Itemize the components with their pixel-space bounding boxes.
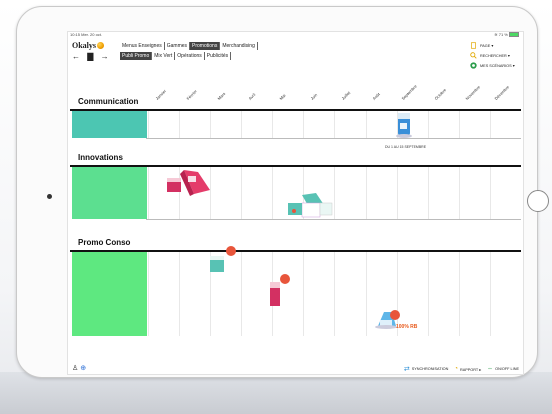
logo-text: Okalys <box>72 41 97 50</box>
tab-mix-vert[interactable]: Mix Vert <box>152 52 176 60</box>
target-icon[interactable]: ⊕ <box>80 365 86 372</box>
month-label: Août <box>371 91 381 101</box>
footer-bar: ♙ ⊕ ⇄ SYNCHRONISATION ◔ RAPPORT ▸ ⇔ ON/O… <box>68 362 523 374</box>
status-bar: 10:15 Mer. 20 oct. ≋ 71 % <box>70 32 521 38</box>
app-logo: Okalys <box>72 41 105 50</box>
promo-row <box>70 252 521 336</box>
status-time: 10:15 Mer. 20 oct. <box>70 32 103 37</box>
page-label: PAGE ▾ <box>480 43 494 48</box>
right-menu: PAGE ▾ RECHERCHER ▾ MES SCÉNARIOS ▾ <box>470 40 515 70</box>
tab-gammes[interactable]: Gammes <box>164 42 191 50</box>
innovations-product-pink[interactable] <box>164 168 214 198</box>
tab-publi-promo[interactable]: Publi Promo <box>120 52 153 60</box>
tab-operations[interactable]: Opérations <box>175 52 205 60</box>
tab-menus-enseignes[interactable]: Menus Enseignes <box>120 42 165 50</box>
month-label: Juin <box>309 92 319 101</box>
user-icon[interactable]: ♙ <box>72 365 78 372</box>
month-label: Novembre <box>464 84 482 101</box>
document-icon[interactable]: ▇ <box>87 52 93 61</box>
month-label: Mars <box>216 91 227 101</box>
month-label: Mai <box>278 92 287 101</box>
month-grid <box>148 252 521 336</box>
month-label: Juillet <box>340 90 352 101</box>
back-arrow-icon[interactable]: ← <box>72 52 80 61</box>
row-baseline <box>146 138 521 139</box>
innovations-product-teal[interactable] <box>286 189 336 221</box>
status-battery: ≋ 71 % <box>494 32 519 38</box>
main-tabs: Menus Enseignes Gammes Promotions Mercha… <box>120 42 258 50</box>
promo-product-teal[interactable] <box>208 254 228 274</box>
tablet-frame: 10:15 Mer. 20 oct. ≋ 71 % Okalys ← ▇ → M… <box>16 6 549 378</box>
month-label: Décembre <box>493 84 511 101</box>
communication-row <box>70 111 521 138</box>
rapport-button[interactable]: ◔ RAPPORT ▸ <box>454 366 481 372</box>
scenarios-menu[interactable]: MES SCÉNARIOS ▾ <box>470 60 515 70</box>
bottom-background <box>0 372 552 414</box>
sync-icon: ⇄ <box>403 366 410 373</box>
search-icon <box>470 51 477 59</box>
month-grid <box>148 111 521 138</box>
search-menu[interactable]: RECHERCHER ▾ <box>470 50 515 60</box>
search-label: RECHERCHER ▾ <box>480 53 510 58</box>
camera <box>47 194 52 199</box>
sync-label: SYNCHRONISATION <box>411 367 449 371</box>
page-icon <box>471 41 476 49</box>
nav-buttons: ← ▇ → <box>72 52 114 61</box>
scenarios-icon <box>470 61 477 69</box>
month-label: Avril <box>247 92 257 101</box>
app-screen: 10:15 Mer. 20 oct. ≋ 71 % Okalys ← ▇ → M… <box>67 31 524 375</box>
online-toggle[interactable]: ⇔ ON/OFF LINE <box>487 366 519 372</box>
month-label: Février <box>185 88 198 101</box>
tab-merchandising[interactable]: Merchandising <box>220 42 258 50</box>
promo-rb-note: 100% RB <box>396 324 418 330</box>
month-label: Janvier <box>154 88 168 101</box>
rapport-icon: ◔ <box>454 366 458 372</box>
logo-sun-icon <box>97 42 105 49</box>
footer-left-icons: ♙ ⊕ <box>72 364 86 372</box>
section-title-promo-conso: Promo Conso <box>78 238 131 247</box>
forward-arrow-icon[interactable]: → <box>101 52 109 61</box>
battery-icon <box>509 32 519 38</box>
tab-publicites[interactable]: Publicités <box>204 52 232 60</box>
promo-badge <box>390 310 400 320</box>
battery-percent: 71 % <box>498 32 508 37</box>
communication-swatch <box>72 111 147 138</box>
online-label: ON/OFF LINE <box>495 367 519 371</box>
sub-tabs: Publi Promo Mix Vert Opérations Publicit… <box>120 52 232 60</box>
tab-promotions[interactable]: Promotions <box>190 42 221 50</box>
wifi-icon: ≋ <box>494 32 498 37</box>
month-label: Septembre <box>400 83 418 101</box>
promo-badge <box>280 274 290 284</box>
month-label: Octobre <box>433 87 448 101</box>
section-title-communication: Communication <box>78 97 139 106</box>
sync-button[interactable]: ⇄ SYNCHRONISATION <box>404 365 449 373</box>
page-menu[interactable]: PAGE ▾ <box>470 40 515 50</box>
communication-date-note: DU 1 AU 15 SEPTEMBRE <box>385 145 427 149</box>
communication-product-image[interactable] <box>396 111 414 139</box>
section-title-innovations: Innovations <box>78 153 123 162</box>
rapport-label: RAPPORT ▸ <box>459 367 482 372</box>
home-button[interactable] <box>527 190 549 212</box>
promo-badge <box>226 246 236 256</box>
footer-actions: ⇄ SYNCHRONISATION ◔ RAPPORT ▸ ⇔ ON/OFF L… <box>404 365 519 373</box>
promo-product-pink[interactable] <box>268 280 284 308</box>
promo-swatch <box>72 252 147 336</box>
scenarios-label: MES SCÉNARIOS ▾ <box>480 63 515 68</box>
online-icon: ⇔ <box>487 366 494 372</box>
innovations-swatch <box>72 167 147 219</box>
